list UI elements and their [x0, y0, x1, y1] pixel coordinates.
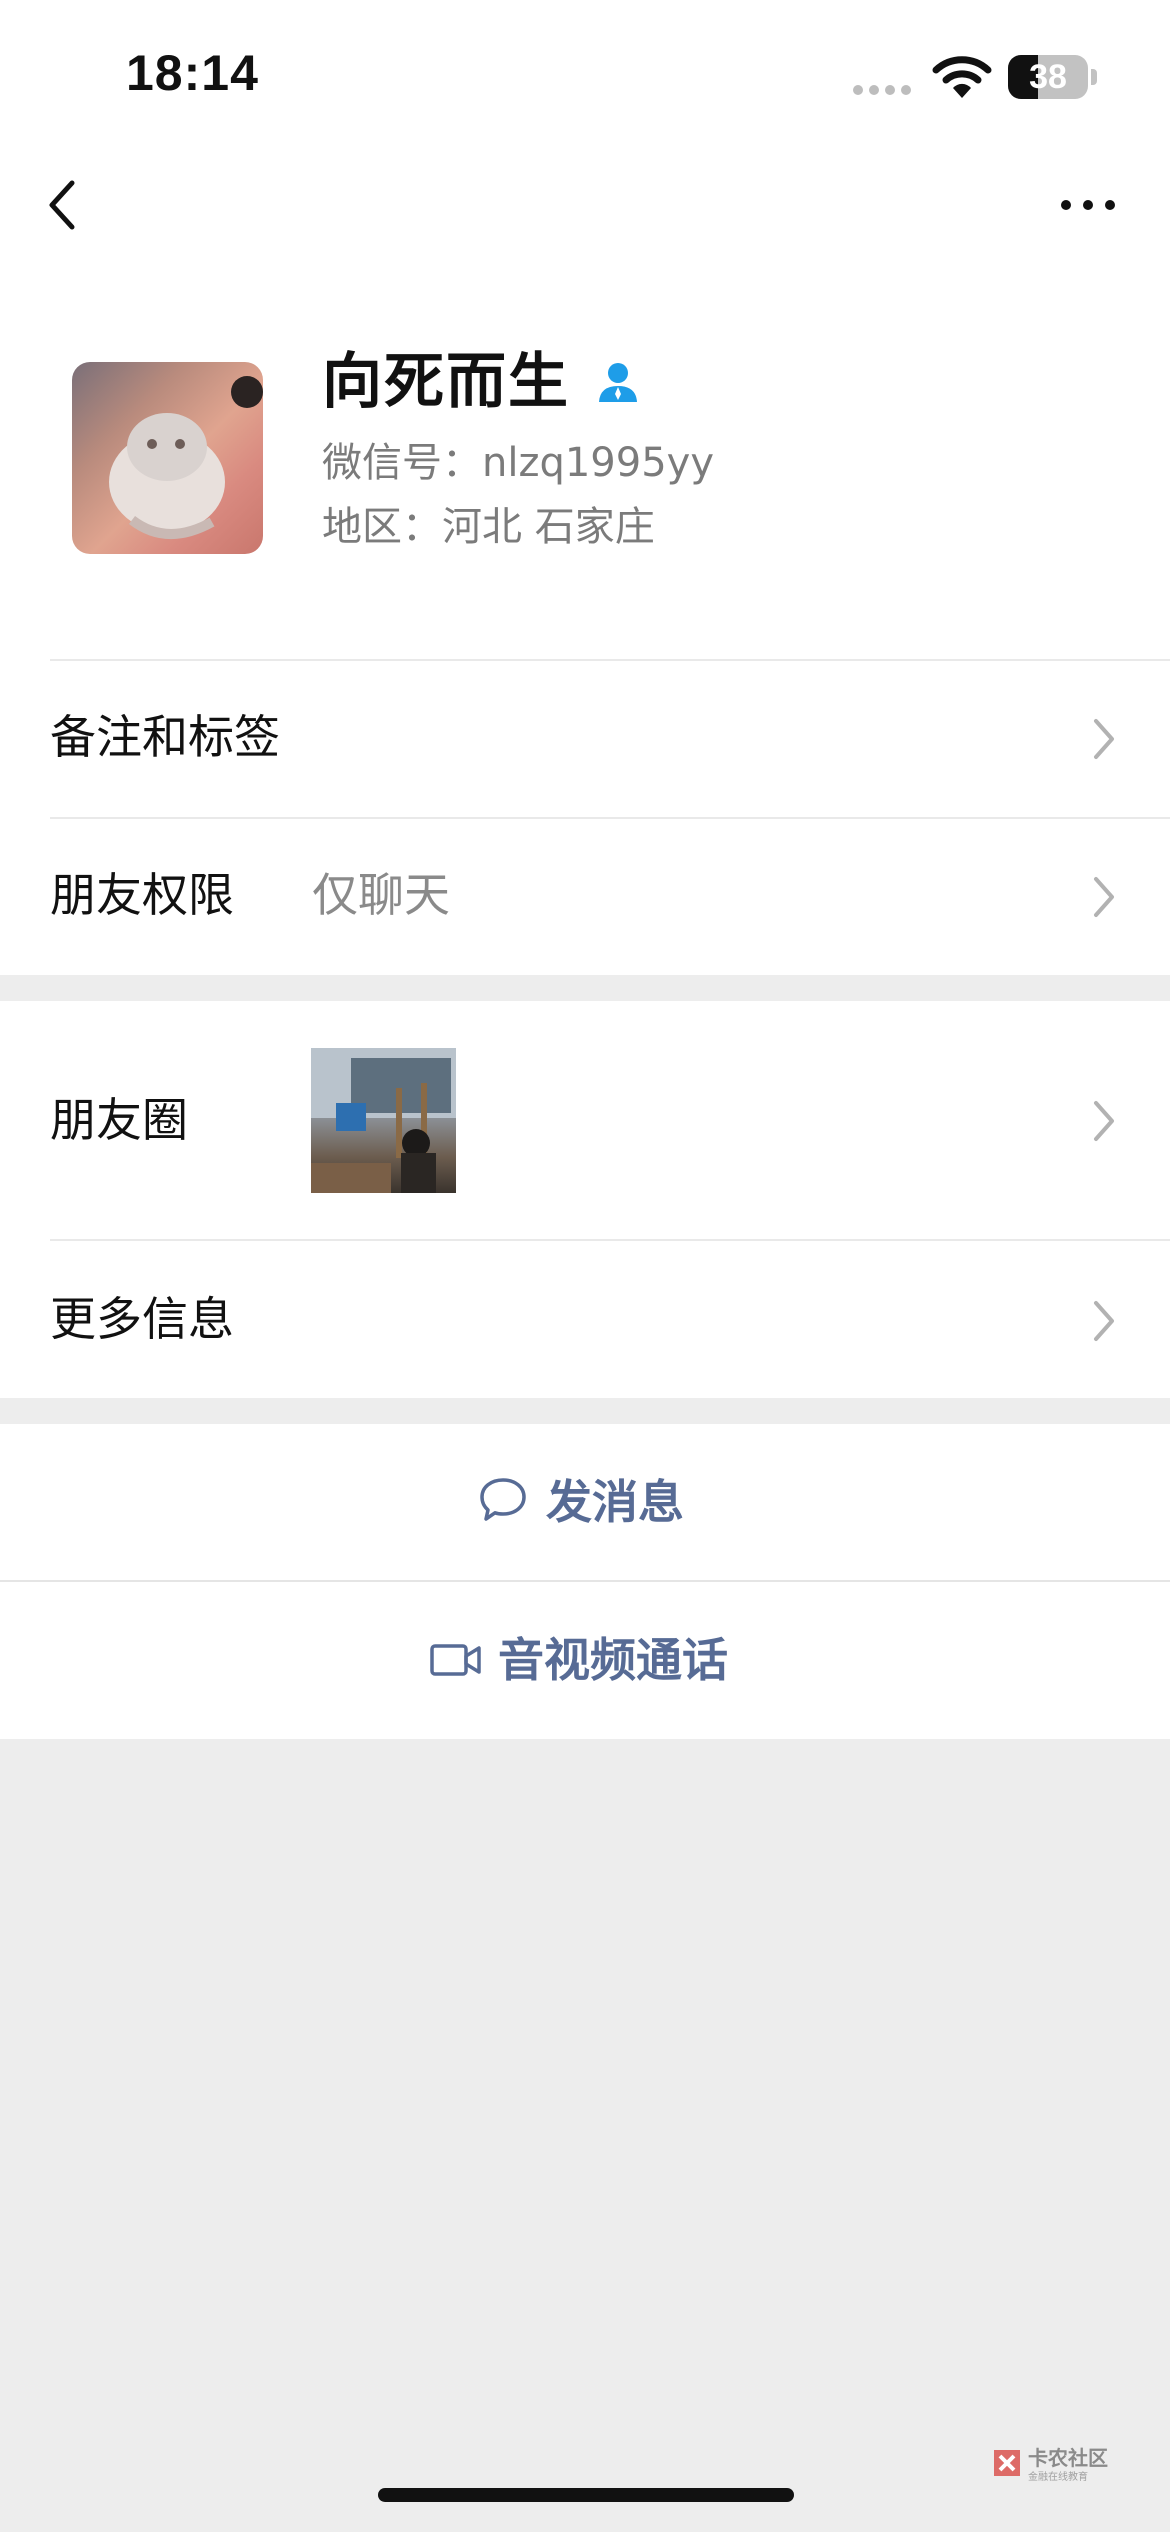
section-gap [0, 975, 1170, 1001]
moments-row[interactable]: 朋友圈 [0, 1001, 1170, 1239]
battery-icon: 38 [1008, 55, 1088, 99]
wechat-id: 微信号：nlzq1995yy [322, 440, 714, 486]
watermark-icon [994, 2450, 1020, 2476]
send-message-label: 发消息 [546, 1475, 684, 1529]
ellipsis-icon[interactable] [1058, 195, 1118, 215]
send-message-button[interactable]: 发消息 [0, 1424, 1170, 1581]
more-info-row[interactable]: 更多信息 [0, 1241, 1170, 1398]
chevron-right-icon [1094, 719, 1114, 759]
permission-value: 仅聊天 [312, 868, 450, 922]
wifi-icon [932, 56, 992, 98]
status-time: 18:14 [126, 45, 259, 101]
avatar[interactable] [72, 362, 263, 554]
permission-label: 朋友权限 [50, 868, 234, 922]
cat-photo [109, 376, 263, 539]
friend-permission-row[interactable]: 朋友权限 仅聊天 [0, 819, 1170, 975]
studio-photo [311, 1048, 456, 1193]
video-camera-icon [430, 1644, 481, 1676]
chevron-right-icon [1094, 877, 1114, 917]
remark-and-tags-row[interactable]: 备注和标签 [0, 661, 1170, 817]
chevron-right-icon [1094, 1301, 1114, 1341]
watermark-logo: 卡农社区 金融在线教育 [990, 2442, 1110, 2486]
chat-bubble-icon [480, 1478, 526, 1521]
watermark-title: 卡农社区 [1028, 2446, 1108, 2470]
cellular-signal-icon [853, 85, 911, 95]
video-call-button[interactable]: 音视频通话 [0, 1582, 1170, 1739]
moments-thumbnail[interactable] [311, 1048, 456, 1193]
chevron-left-icon[interactable] [40, 175, 90, 235]
battery-percent: 38 [1029, 58, 1067, 96]
video-call-label: 音视频通话 [498, 1633, 728, 1687]
watermark-subtitle: 金融在线教育 [1028, 2472, 1088, 2483]
chevron-right-icon [1094, 1101, 1114, 1141]
region: 地区：河北 石家庄 [322, 504, 655, 550]
home-indicator[interactable] [378, 2488, 794, 2502]
remark-label: 备注和标签 [50, 710, 280, 764]
moments-label: 朋友圈 [50, 1093, 188, 1147]
section-gap [0, 1398, 1170, 1424]
nickname: 向死而生 [322, 347, 570, 417]
more-info-label: 更多信息 [50, 1292, 234, 1346]
battery-cap [1091, 69, 1097, 85]
person-icon [599, 363, 637, 402]
